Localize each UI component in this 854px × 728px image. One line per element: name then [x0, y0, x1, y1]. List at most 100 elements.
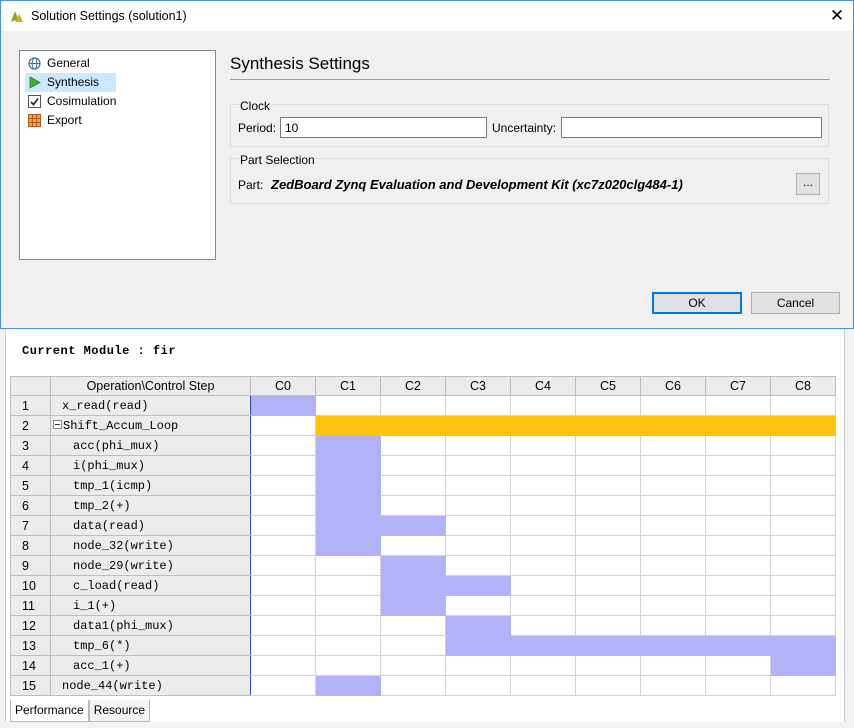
operation-span-cell[interactable] — [510, 635, 576, 656]
schedule-cell[interactable] — [640, 615, 706, 636]
operation-cell[interactable]: tmp_6(*) — [50, 635, 251, 656]
schedule-cell[interactable] — [640, 595, 706, 616]
operation-span-cell[interactable] — [380, 555, 446, 576]
schedule-cell[interactable] — [575, 435, 641, 456]
schedule-cell[interactable] — [250, 655, 316, 676]
schedule-row[interactable]: 3 acc(phi_mux) — [10, 435, 836, 456]
schedule-cell[interactable] — [705, 615, 771, 636]
loop-span-cell[interactable] — [705, 415, 771, 436]
operation-cell[interactable]: c_load(read) — [50, 575, 251, 596]
operation-header[interactable]: Operation\Control Step — [50, 376, 251, 396]
schedule-cell[interactable] — [445, 535, 511, 556]
schedule-cell[interactable] — [705, 555, 771, 576]
schedule-cell[interactable] — [640, 515, 706, 536]
schedule-cell[interactable] — [250, 415, 316, 436]
schedule-cell[interactable] — [575, 395, 641, 416]
schedule-cell[interactable] — [770, 575, 836, 596]
schedule-cell[interactable] — [770, 675, 836, 696]
operation-cell[interactable]: tmp_2(+) — [50, 495, 251, 516]
uncertainty-input[interactable] — [561, 117, 822, 138]
operation-cell[interactable]: acc(phi_mux) — [50, 435, 251, 456]
schedule-cell[interactable] — [640, 435, 706, 456]
schedule-cell[interactable] — [250, 575, 316, 596]
operation-cell[interactable]: x_read(read) — [50, 395, 251, 416]
schedule-row[interactable]: 12 data1(phi_mux) — [10, 615, 836, 636]
schedule-cell[interactable] — [250, 535, 316, 556]
schedule-cell[interactable] — [770, 615, 836, 636]
operation-span-cell[interactable] — [380, 575, 446, 596]
operation-span-cell[interactable] — [380, 595, 446, 616]
schedule-cell[interactable] — [250, 435, 316, 456]
schedule-cell[interactable] — [575, 655, 641, 676]
schedule-cell[interactable] — [315, 575, 381, 596]
schedule-cell[interactable] — [315, 615, 381, 636]
schedule-cell[interactable] — [380, 655, 446, 676]
loop-span-cell[interactable] — [575, 415, 641, 436]
operation-cell[interactable]: node_44(write) — [50, 675, 251, 696]
operation-span-cell[interactable] — [315, 495, 381, 516]
schedule-cell[interactable] — [705, 455, 771, 476]
schedule-cell[interactable] — [705, 595, 771, 616]
schedule-cell[interactable] — [575, 535, 641, 556]
schedule-cell[interactable] — [445, 475, 511, 496]
schedule-cell[interactable] — [250, 515, 316, 536]
operation-cell[interactable]: acc_1(+) — [50, 655, 251, 676]
schedule-cell[interactable] — [380, 455, 446, 476]
schedule-row[interactable]: 14 acc_1(+) — [10, 655, 836, 676]
operation-cell[interactable]: data1(phi_mux) — [50, 615, 251, 636]
schedule-cell[interactable] — [380, 395, 446, 416]
nav-item-general[interactable]: General — [25, 54, 116, 73]
operation-span-cell[interactable] — [315, 515, 381, 536]
schedule-cell[interactable] — [250, 455, 316, 476]
operation-cell[interactable]: node_32(write) — [50, 535, 251, 556]
schedule-row[interactable]: 6 tmp_2(+) — [10, 495, 836, 516]
collapse-icon[interactable] — [53, 419, 62, 429]
schedule-cell[interactable] — [575, 515, 641, 536]
schedule-cell[interactable] — [640, 535, 706, 556]
tab-resource[interactable]: Resource — [88, 700, 151, 722]
schedule-cell[interactable] — [770, 435, 836, 456]
schedule-cell[interactable] — [250, 475, 316, 496]
schedule-cell[interactable] — [640, 575, 706, 596]
schedule-row[interactable]: 2 Shift_Accum_Loop — [10, 415, 836, 436]
schedule-row[interactable]: 7 data(read) — [10, 515, 836, 536]
loop-span-cell[interactable] — [640, 415, 706, 436]
schedule-cell[interactable] — [380, 435, 446, 456]
operation-span-cell[interactable] — [315, 475, 381, 496]
schedule-row[interactable]: 13 tmp_6(*) — [10, 635, 836, 656]
schedule-cell[interactable] — [380, 535, 446, 556]
operation-span-cell[interactable] — [315, 535, 381, 556]
operation-span-cell[interactable] — [315, 435, 381, 456]
schedule-cell[interactable] — [640, 555, 706, 576]
schedule-cell[interactable] — [705, 495, 771, 516]
operation-cell[interactable]: data(read) — [50, 515, 251, 536]
schedule-cell[interactable] — [445, 455, 511, 476]
operation-span-cell[interactable] — [445, 575, 511, 596]
schedule-cell[interactable] — [380, 635, 446, 656]
schedule-cell[interactable] — [445, 555, 511, 576]
schedule-cell[interactable] — [250, 595, 316, 616]
schedule-cell[interactable] — [250, 615, 316, 636]
schedule-cell[interactable] — [640, 675, 706, 696]
schedule-cell[interactable] — [705, 475, 771, 496]
schedule-cell[interactable] — [250, 495, 316, 516]
schedule-cell[interactable] — [575, 615, 641, 636]
operation-span-cell[interactable] — [445, 615, 511, 636]
schedule-cell[interactable] — [770, 595, 836, 616]
schedule-cell[interactable] — [510, 515, 576, 536]
schedule-cell[interactable] — [315, 635, 381, 656]
schedule-cell[interactable] — [705, 535, 771, 556]
operation-cell[interactable]: tmp_1(icmp) — [50, 475, 251, 496]
schedule-cell[interactable] — [510, 615, 576, 636]
schedule-cell[interactable] — [575, 575, 641, 596]
schedule-cell[interactable] — [575, 595, 641, 616]
schedule-cell[interactable] — [640, 495, 706, 516]
schedule-row[interactable]: 11 i_1(+) — [10, 595, 836, 616]
schedule-cell[interactable] — [770, 395, 836, 416]
schedule-cell[interactable] — [575, 475, 641, 496]
schedule-cell[interactable] — [640, 475, 706, 496]
schedule-cell[interactable] — [770, 495, 836, 516]
schedule-cell[interactable] — [575, 455, 641, 476]
schedule-cell[interactable] — [705, 675, 771, 696]
schedule-cell[interactable] — [250, 635, 316, 656]
